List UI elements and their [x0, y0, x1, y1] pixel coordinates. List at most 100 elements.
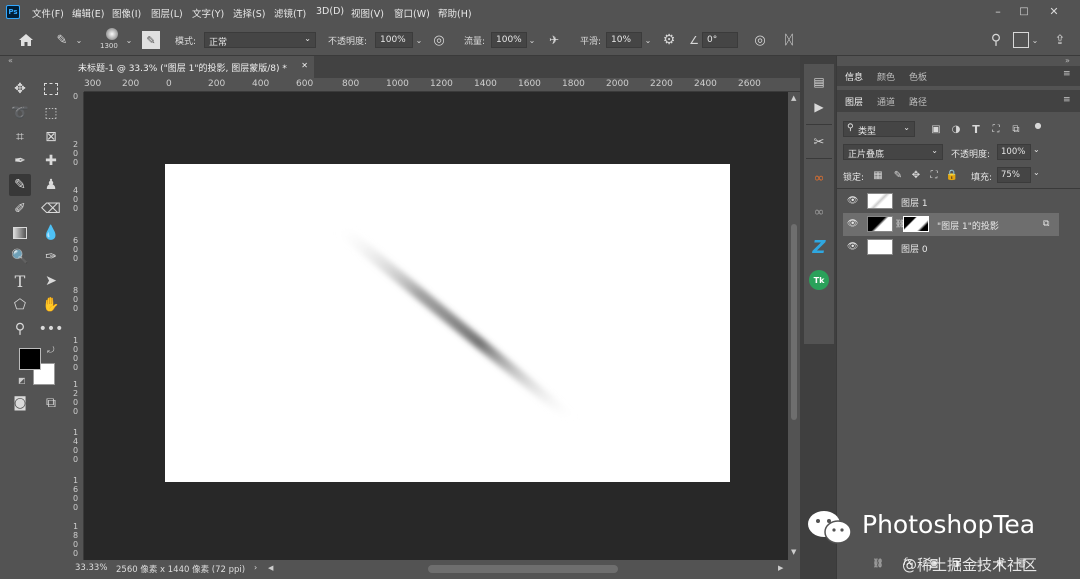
plugin-tk-icon[interactable]: Tk — [809, 270, 829, 290]
document-tab[interactable]: 未标题-1 @ 33.3% ("图层 1"的投影, 图层蒙版/8) * ✕ — [70, 56, 314, 78]
chevron-right-icon[interactable]: › — [254, 563, 257, 572]
filter-toggle-icon[interactable]: ● — [1033, 120, 1043, 130]
lock-position-icon[interactable]: ✥ — [909, 168, 923, 182]
screen-mode-icon[interactable]: ⧉ — [40, 392, 62, 414]
minimize-icon[interactable]: – — [990, 4, 1006, 18]
chevron-down-icon[interactable]: ⌄ — [124, 34, 134, 46]
workspace-icon[interactable] — [1013, 32, 1029, 48]
search-icon[interactable]: ⚲ — [987, 30, 1005, 50]
panel-collapse-icon[interactable]: « — [8, 56, 13, 65]
filter-pixel-icon[interactable]: ▣ — [929, 122, 943, 136]
chevron-down-icon[interactable]: ⌄ — [414, 34, 424, 46]
panel-collapse-icon[interactable]: » — [1065, 56, 1070, 65]
tab-channels[interactable]: 通道 — [877, 95, 895, 108]
brush-tool-icon[interactable]: ✎ — [53, 31, 71, 49]
layer-filter-select[interactable]: ⚲ 类型 ⌄ — [843, 121, 915, 137]
chevron-down-icon[interactable]: ⌄ — [643, 34, 653, 46]
close-tab-icon[interactable]: ✕ — [301, 61, 308, 70]
document-canvas[interactable] — [165, 164, 730, 482]
horizontal-scroll-thumb[interactable] — [428, 565, 618, 573]
lock-pixels-icon[interactable]: ✎ — [891, 168, 905, 182]
crop-tool-icon[interactable]: ⌗ — [9, 126, 31, 148]
menu-image[interactable]: 图像(I) — [112, 6, 141, 20]
mode-select[interactable]: 正常 ⌄ — [204, 32, 316, 48]
filter-smart-object-icon[interactable]: ⧉ — [1009, 122, 1023, 136]
menu-layer[interactable]: 图层(L) — [151, 6, 183, 20]
healing-tool-icon[interactable]: ✚ — [40, 150, 62, 172]
layer-name[interactable]: "图层 1"的投影 — [937, 219, 999, 232]
blend-mode-select[interactable]: 正片叠底 ⌄ — [843, 144, 943, 160]
photoshop-logo[interactable]: Ps — [6, 5, 20, 19]
fill-field[interactable]: 75% — [997, 167, 1031, 183]
scroll-right-arrow[interactable]: ▶ — [778, 564, 783, 572]
filter-shape-icon[interactable]: ⛶ — [989, 122, 1003, 136]
tab-layers[interactable]: 图层 — [845, 95, 863, 108]
stamp-tool-icon[interactable]: ♟ — [40, 174, 62, 196]
menu-edit[interactable]: 编辑(E) — [72, 6, 104, 20]
layer-mask-thumbnail[interactable] — [903, 216, 929, 232]
scroll-down-arrow[interactable]: ▼ — [791, 548, 796, 556]
chevron-down-icon[interactable]: ⌄ — [1033, 145, 1040, 154]
scroll-thumb[interactable] — [791, 224, 797, 420]
scroll-left-arrow[interactable]: ◀ — [268, 564, 273, 572]
plugin-gray-icon[interactable]: ∞ — [808, 202, 830, 222]
lock-transparent-icon[interactable]: ▦ — [871, 168, 885, 182]
filter-type-icon[interactable]: T — [969, 122, 983, 136]
eraser-tool-icon[interactable]: ⌫ — [40, 198, 62, 220]
panel-menu-icon[interactable]: ≡ — [1063, 69, 1071, 79]
chevron-down-icon[interactable]: ⌄ — [74, 34, 84, 46]
tab-color[interactable]: 颜色 — [877, 70, 895, 83]
foreground-color-swatch[interactable] — [19, 348, 41, 370]
more-tools-icon[interactable]: ••• — [39, 318, 64, 340]
lock-all-icon[interactable]: 🔒 — [945, 168, 959, 182]
menu-filter[interactable]: 滤镜(T) — [274, 6, 306, 20]
brush-tool-icon[interactable]: ✎ — [9, 174, 31, 196]
swap-colors-icon[interactable]: ⤾ — [47, 346, 55, 356]
layer-row-selected[interactable]: 👁 ⛓ "图层 1"的投影 ⧉ — [843, 213, 1059, 236]
maximize-icon[interactable]: □ — [1016, 4, 1032, 18]
tab-paths[interactable]: 路径 — [909, 95, 927, 108]
lock-artboard-icon[interactable]: ⛶ — [927, 168, 941, 182]
marquee-tool-icon[interactable] — [40, 78, 62, 100]
object-select-tool-icon[interactable]: ⬚ — [40, 102, 62, 124]
scroll-up-arrow[interactable]: ▲ — [791, 94, 796, 102]
opacity-field[interactable]: 100% — [375, 32, 413, 48]
menu-select[interactable]: 选择(S) — [233, 6, 265, 20]
plugin-orange-icon[interactable]: ∞ — [808, 168, 830, 188]
flow-field[interactable]: 100% — [491, 32, 527, 48]
blur-tool-icon[interactable]: 💧 — [40, 222, 62, 244]
canvas-workspace[interactable] — [84, 92, 788, 560]
move-tool-icon[interactable]: ✥ — [9, 78, 31, 100]
shape-tool-icon[interactable]: ⬠ — [9, 294, 31, 316]
layer-row[interactable]: 👁 图层 0 — [843, 236, 1059, 259]
tab-swatches[interactable]: 色板 — [909, 70, 927, 83]
tool-presets-icon[interactable]: ✂ — [808, 132, 830, 152]
menu-file[interactable]: 文件(F) — [32, 6, 64, 20]
pressure-size-icon[interactable]: ◎ — [751, 31, 769, 49]
plugin-z-icon[interactable]: Z — [808, 236, 830, 258]
layer-opacity-field[interactable]: 100% — [997, 144, 1031, 160]
hand-tool-icon[interactable]: ✋ — [40, 294, 62, 316]
symmetry-icon[interactable]: ᛞ — [780, 31, 798, 49]
eye-icon[interactable]: 👁 — [847, 196, 858, 206]
menu-help[interactable]: 帮助(H) — [438, 6, 472, 20]
lasso-tool-icon[interactable]: ➰ — [9, 102, 31, 124]
chevron-down-icon[interactable]: ⌄ — [527, 34, 537, 46]
smoothing-field[interactable]: 10% — [606, 32, 642, 48]
filter-adjustment-icon[interactable]: ◑ — [949, 122, 963, 136]
gradient-tool-icon[interactable] — [9, 222, 31, 244]
history-brush-tool-icon[interactable]: ✐ — [9, 198, 31, 220]
pen-tool-icon[interactable]: ✑ — [40, 246, 62, 268]
chevron-down-icon[interactable]: ⌄ — [1033, 168, 1040, 177]
tab-info[interactable]: 信息 — [845, 70, 863, 83]
chevron-down-icon[interactable]: ⌄ — [1030, 34, 1040, 46]
vertical-scrollbar[interactable]: ▲ ▼ — [788, 92, 800, 560]
layer-row[interactable]: 👁 图层 1 — [843, 190, 1059, 213]
airbrush-icon[interactable]: ✈ — [545, 31, 563, 49]
eye-icon[interactable]: 👁 — [847, 242, 858, 252]
angle-field[interactable]: 0° — [702, 32, 738, 48]
default-colors-icon[interactable]: ◩ — [18, 376, 26, 385]
actions-panel-icon[interactable]: ▶ — [808, 97, 830, 117]
menu-window[interactable]: 窗口(W) — [394, 6, 430, 20]
eye-icon[interactable]: 👁 — [847, 219, 858, 229]
